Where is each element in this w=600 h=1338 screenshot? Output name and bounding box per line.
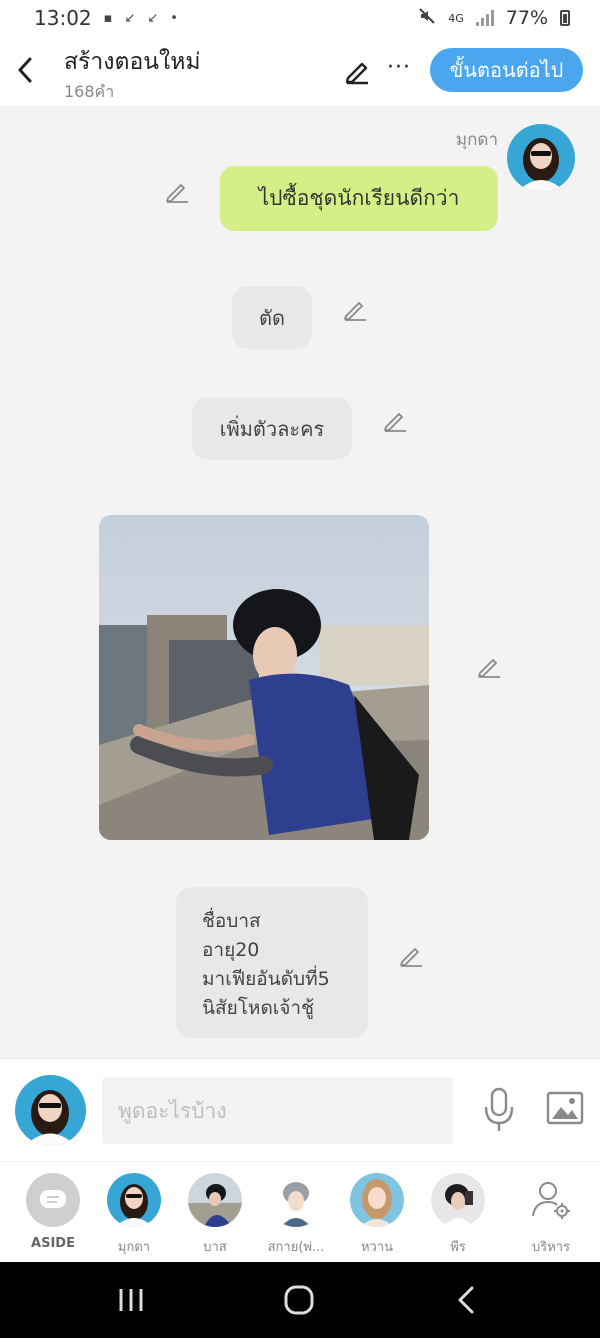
speaker-avatar[interactable] — [507, 124, 575, 192]
avatar — [107, 1173, 161, 1227]
chat-bubble-icon — [40, 1190, 66, 1208]
narration-bubble[interactable]: เพิ่มตัวละคร — [192, 397, 352, 460]
chevron-left-icon — [18, 57, 32, 83]
status-right: 4G 77% — [418, 7, 570, 29]
edit-message-button[interactable] — [164, 178, 190, 204]
speech-bubble[interactable]: ไปซื้อชุดนักเรียนดีกว่า — [220, 166, 498, 231]
edit-title-button[interactable] — [340, 54, 374, 88]
character-label: บริหาร — [531, 1240, 571, 1255]
mute-icon — [418, 7, 436, 29]
pencil-icon — [344, 302, 366, 321]
system-nav-bar — [0, 1262, 600, 1338]
message-input[interactable] — [102, 1077, 453, 1144]
next-step-button[interactable]: ขั้นตอนต่อไป — [430, 48, 583, 92]
character-peer[interactable]: พีร — [418, 1173, 498, 1257]
microphone-icon — [484, 1087, 514, 1131]
pencil-icon — [345, 62, 368, 85]
avatar — [269, 1173, 323, 1227]
avatar — [350, 1173, 404, 1227]
narration-bubble[interactable]: ตัด — [232, 286, 312, 349]
word-count: 168คำ — [64, 82, 115, 101]
edit-message-button[interactable] — [398, 942, 424, 968]
aside-avatar — [26, 1173, 80, 1227]
header: สร้างตอนใหม่ 168คำ ··· ขั้นตอนต่อไป — [0, 36, 600, 106]
manage-characters-button[interactable]: บริหาร — [511, 1173, 591, 1257]
character-label: พีร — [450, 1240, 466, 1255]
status-bar: 13:02 ▪ ↙ ↙ • 4G 77% — [0, 0, 600, 36]
character-aside[interactable]: ASIDE — [13, 1173, 93, 1251]
character-bas[interactable]: บาส — [175, 1173, 255, 1257]
pencil-icon — [166, 184, 188, 203]
status-time: 13:02 — [34, 6, 92, 30]
more-options-button[interactable]: ··· — [384, 54, 414, 88]
user-settings-icon — [532, 1182, 570, 1219]
edit-message-button[interactable] — [476, 653, 502, 679]
back-icon — [458, 1286, 474, 1314]
narration-bubble[interactable]: ชื่อบาส อายุ20 มาเฟียอันดับที่5 นิสัยโหด… — [176, 887, 368, 1038]
microphone-button[interactable] — [480, 1085, 518, 1135]
page-title: สร้างตอนใหม่ — [64, 49, 201, 75]
dot-icon: • — [170, 10, 178, 26]
character-bar: ASIDE มุกดา บาส สกาย(พ่... หวาน พีร บริห… — [0, 1161, 600, 1262]
missed-call-icon: ↙ — [147, 10, 159, 26]
pencil-icon — [478, 659, 500, 678]
attach-image-button[interactable] — [545, 1089, 585, 1127]
character-info-text: ชื่อบาส อายุ20 มาเฟียอันดับที่5 นิสัยโหด… — [202, 910, 330, 1019]
character-label: บาส — [203, 1240, 227, 1255]
speaker-name: มุกดา — [455, 130, 498, 150]
avatar — [188, 1173, 242, 1227]
character-label: หวาน — [360, 1240, 394, 1255]
recent-apps-button[interactable] — [101, 1280, 161, 1320]
character-mukda[interactable]: มุกดา — [94, 1173, 174, 1257]
current-speaker-avatar[interactable] — [15, 1075, 86, 1146]
edit-message-button[interactable] — [342, 296, 368, 322]
character-label: มุกดา — [117, 1240, 151, 1255]
edit-message-button[interactable] — [382, 407, 408, 433]
home-button[interactable] — [269, 1280, 329, 1320]
pencil-icon — [400, 948, 422, 967]
battery-percent: 77% — [505, 7, 548, 29]
recent-apps-icon — [119, 1289, 143, 1311]
character-sky[interactable]: สกาย(พ่... — [256, 1173, 336, 1257]
character-waan[interactable]: หวาน — [337, 1173, 417, 1257]
message-notification-icon: ▪ — [103, 10, 113, 26]
home-icon — [284, 1285, 314, 1315]
network-type: 4G — [448, 11, 464, 25]
status-left: 13:02 ▪ ↙ ↙ • — [34, 6, 178, 30]
signal-icon — [475, 10, 494, 26]
avatar — [431, 1173, 485, 1227]
character-label: ASIDE — [31, 1236, 75, 1251]
image-icon — [546, 1091, 584, 1125]
manage-icon-wrap — [524, 1173, 578, 1227]
back-nav-button[interactable] — [436, 1280, 496, 1320]
character-label: สกาย(พ่... — [267, 1240, 325, 1255]
image-message[interactable] — [99, 515, 429, 840]
battery-icon — [560, 10, 570, 26]
pencil-icon — [384, 413, 406, 432]
missed-call-icon: ↙ — [124, 10, 136, 26]
chat-area: มุกดา ไปซื้อชุดนักเรียนดีกว่า ตัด เพิ่มต… — [0, 106, 600, 1058]
back-button[interactable] — [10, 52, 40, 88]
composer — [0, 1058, 600, 1161]
